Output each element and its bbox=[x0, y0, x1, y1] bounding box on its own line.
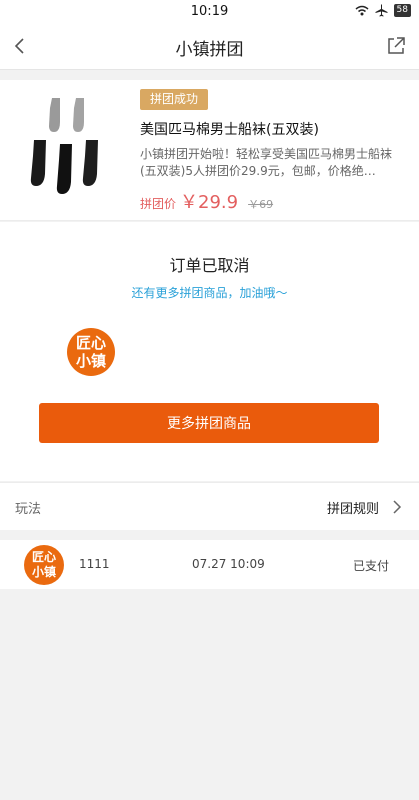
rules-row[interactable]: 玩法 拼团规则 bbox=[0, 482, 419, 530]
order-status-section: 订单已取消 还有更多拼团商品，加油哦～ 匠心 小镇 更多拼团商品 bbox=[0, 222, 419, 481]
member-time: 07.27 10:09 bbox=[192, 557, 265, 571]
status-bar: 10:19 58 bbox=[0, 0, 419, 22]
nav-bar: 小镇拼团 bbox=[0, 22, 419, 70]
group-success-badge: 拼团成功 bbox=[140, 89, 209, 110]
chevron-right-icon bbox=[393, 500, 402, 514]
rules-left-label: 玩法 bbox=[15, 502, 42, 517]
member-avatar-logo-text: 匠心 小镇 bbox=[31, 550, 56, 579]
price-row: 拼团价 ￥29.9 ￥69 bbox=[140, 188, 273, 214]
socks-product-image bbox=[30, 98, 98, 194]
group-rules-link[interactable]: 拼团规则 bbox=[327, 498, 379, 517]
airplane-icon bbox=[375, 4, 388, 17]
wifi-icon bbox=[355, 5, 369, 16]
order-status-subtitle: 还有更多拼团商品，加油哦～ bbox=[131, 286, 288, 300]
member-name: 1111 bbox=[79, 557, 110, 571]
avatar: 匠心 小镇 bbox=[67, 328, 115, 376]
battery-indicator: 58 bbox=[393, 4, 411, 17]
member-avatar: 匠心 小镇 bbox=[24, 545, 64, 585]
group-price: ￥29.9 bbox=[180, 192, 239, 213]
avatar-logo-text: 匠心 小镇 bbox=[75, 334, 106, 370]
order-status-title: 订单已取消 bbox=[169, 256, 250, 275]
more-group-products-button[interactable]: 更多拼团商品 bbox=[39, 403, 379, 443]
page-title: 小镇拼团 bbox=[175, 40, 244, 60]
price-label: 拼团价 bbox=[140, 197, 177, 211]
member-payment-status: 已支付 bbox=[352, 559, 389, 573]
original-price: ￥69 bbox=[248, 198, 274, 211]
status-icons: 58 bbox=[355, 4, 411, 17]
product-card[interactable]: 拼团成功 美国匹马棉男士船袜(五双装) 小镇拼团开始啦！轻松享受美国匹马棉男士船… bbox=[0, 80, 419, 221]
share-external-icon[interactable] bbox=[385, 35, 407, 57]
product-description: 小镇拼团开始啦！轻松享受美国匹马棉男士船袜(五双装)5人拼团价29.9元，包邮，… bbox=[140, 147, 393, 178]
product-title: 美国匹马棉男士船袜(五双装) bbox=[140, 122, 319, 138]
